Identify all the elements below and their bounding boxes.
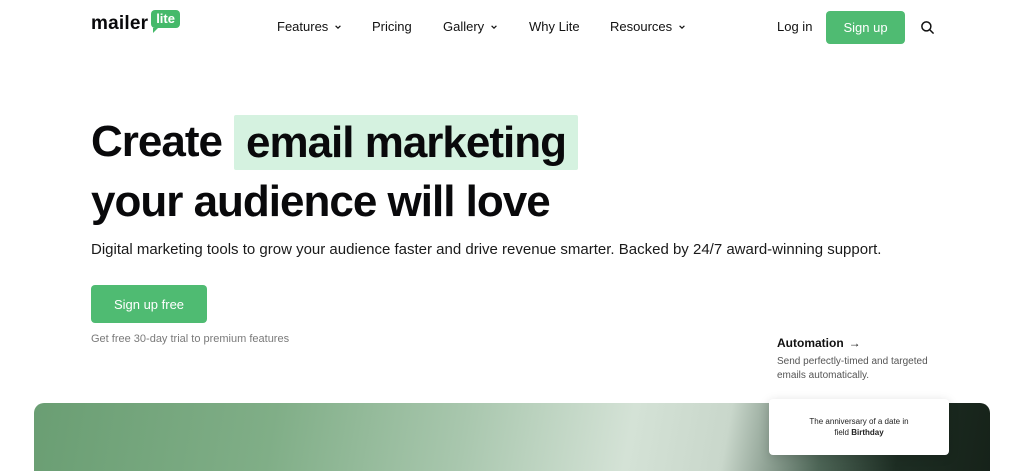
mailerlite-logo[interactable]: mailer lite [91, 10, 180, 35]
login-link[interactable]: Log in [777, 19, 812, 34]
nav-item-why-lite[interactable]: Why Lite [529, 19, 580, 34]
chevron-down-icon [491, 24, 498, 29]
event-card-line1: The anniversary of a date in [809, 417, 909, 426]
hero-headline: Create email marketing your audience wil… [91, 112, 578, 232]
arrow-right-icon: → [848, 336, 861, 350]
logo-wordmark: mailer [91, 13, 149, 34]
trial-note: Get free 30-day trial to premium feature… [91, 333, 290, 345]
nav-item-label: Gallery [443, 19, 485, 34]
event-card-field: Birthday [851, 428, 884, 437]
logo-badge: lite [151, 10, 180, 33]
headline-line2: your audience will love [91, 177, 551, 226]
page: mailer lite Features Pricing Gallery Why… [0, 0, 1024, 471]
automation-description: Send perfectly-timed and targeted emails… [777, 356, 928, 381]
nav-item-pricing[interactable]: Pricing [372, 19, 412, 34]
nav-item-resources[interactable]: Resources [610, 19, 686, 34]
nav-item-label: Resources [610, 19, 673, 34]
event-card-line2: field Birthday [834, 427, 883, 438]
trigger-event-card: The anniversary of a date in field Birth… [769, 399, 949, 455]
chevron-down-icon [335, 24, 342, 29]
nav-item-label: Pricing [372, 19, 412, 34]
nav-item-label: Why Lite [529, 19, 580, 34]
signup-free-button[interactable]: Sign up free [91, 285, 207, 323]
hero-subtitle: Digital marketing tools to grow your aud… [91, 241, 882, 258]
event-card-prefix: field [834, 428, 852, 437]
automation-title: Automation [777, 336, 844, 350]
search-icon[interactable] [920, 20, 935, 35]
chevron-down-icon [679, 24, 685, 29]
headline-start: Create [91, 117, 223, 166]
site-header: mailer lite Features Pricing Gallery Why… [0, 0, 1024, 54]
nav-item-label: Features [277, 19, 329, 34]
signup-button[interactable]: Sign up [826, 11, 905, 44]
nav-item-features[interactable]: Features [277, 19, 342, 34]
nav-item-gallery[interactable]: Gallery [443, 19, 498, 34]
automation-link[interactable]: Automation → [777, 336, 861, 350]
headline-highlight: email marketing [233, 114, 578, 170]
